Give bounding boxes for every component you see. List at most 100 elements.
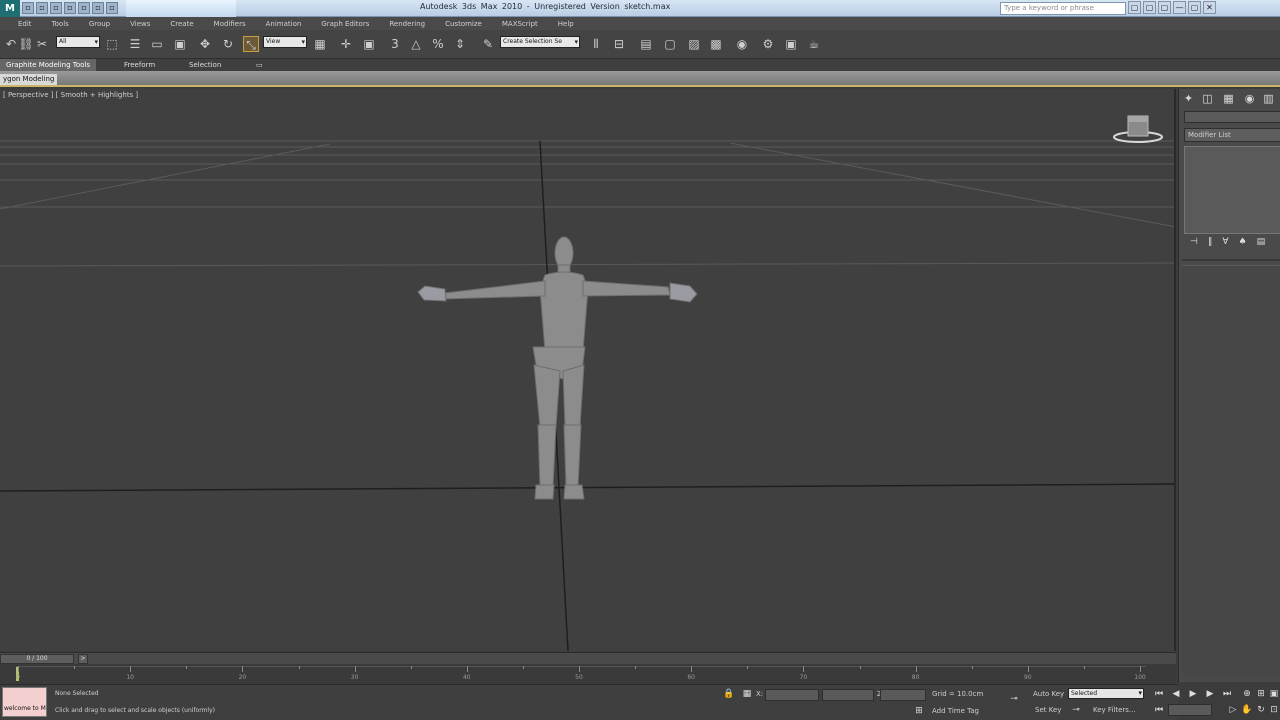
window-crossing-icon[interactable]: ▣ <box>172 36 188 52</box>
new-file-icon[interactable]: ▫ <box>22 2 34 14</box>
tab-graphite-modeling-tools[interactable]: Graphite Modeling Tools <box>0 59 97 71</box>
menu-rendering[interactable]: Rendering <box>379 20 435 28</box>
menu-customize[interactable]: Customize <box>435 20 492 28</box>
maximize-icon[interactable]: ▢ <box>1188 1 1201 14</box>
communication-center-icon[interactable]: ▢ <box>1143 1 1156 14</box>
maxscript-listener-mini[interactable] <box>2 687 47 717</box>
previous-frame-icon[interactable]: ◀ <box>1170 688 1182 700</box>
perspective-viewport[interactable]: [ Perspective ] [ Smooth + Highlights ] <box>0 89 1176 651</box>
z-coordinate-field[interactable] <box>880 689 926 701</box>
key-mode-dropdown[interactable]: Selected <box>1068 688 1144 699</box>
time-slider[interactable]: 0 / 100 > <box>0 652 1176 664</box>
angle-snap-icon[interactable]: △ <box>408 36 424 52</box>
percent-snap-icon[interactable]: % <box>430 36 446 52</box>
zoom-extents-icon[interactable]: ▣ <box>1268 688 1280 700</box>
make-unique-icon[interactable]: ∀ <box>1222 237 1228 251</box>
zoom-all-icon[interactable]: ⊞ <box>1255 688 1267 700</box>
search-button-icon[interactable]: ▢ <box>1128 1 1141 14</box>
spinner-snap-icon[interactable]: ⇕ <box>452 36 468 52</box>
undo-icon[interactable]: ↶ <box>3 36 19 52</box>
object-name-field[interactable] <box>1184 111 1280 123</box>
redo-icon[interactable]: ▫ <box>78 2 90 14</box>
menu-modifiers[interactable]: Modifiers <box>204 20 256 28</box>
pivot-center-icon[interactable]: ▦ <box>312 36 328 52</box>
add-time-tag[interactable]: Add Time Tag <box>932 707 979 715</box>
render-setup-icon[interactable]: ⚙ <box>760 36 776 52</box>
viewcube-icon[interactable] <box>1113 115 1163 143</box>
snaps-toggle-icon[interactable]: 3 <box>387 36 403 52</box>
rotate-icon[interactable]: ↻ <box>220 36 236 52</box>
menu-maxscript[interactable]: MAXScript <box>492 20 548 28</box>
zoom-icon[interactable]: ⊕ <box>1241 688 1253 700</box>
key-mode-toggle-icon[interactable]: ⏮ <box>1153 704 1165 716</box>
hold-icon[interactable]: ▫ <box>92 2 104 14</box>
menu-animation[interactable]: Animation <box>256 20 312 28</box>
rendered-frame-window-icon[interactable]: ▣ <box>783 36 799 52</box>
current-frame-field[interactable] <box>1168 704 1212 716</box>
app-logo-icon[interactable]: M <box>0 0 20 17</box>
maximize-viewport-icon[interactable]: ⊡ <box>1268 704 1280 716</box>
modifier-list-dropdown[interactable]: Modifier List <box>1184 128 1280 142</box>
undo-icon[interactable]: ▫ <box>64 2 76 14</box>
menu-edit[interactable]: Edit <box>8 20 42 28</box>
hierarchy-panel-icon[interactable]: ▦ <box>1221 91 1236 106</box>
pin-stack-icon[interactable]: ⊣ <box>1190 237 1198 251</box>
configure-sets-icon[interactable]: ▤ <box>1257 237 1266 251</box>
time-tag-icon[interactable]: ⊞ <box>913 705 925 717</box>
field-of-view-icon[interactable]: ▷ <box>1227 704 1239 716</box>
key-icon[interactable]: ⊸ <box>1008 693 1020 705</box>
create-panel-icon[interactable]: ✦ <box>1181 91 1196 106</box>
set-key-icon[interactable]: ⊸ <box>1070 704 1082 716</box>
modifier-stack[interactable] <box>1184 146 1280 234</box>
y-coordinate-field[interactable] <box>822 689 874 701</box>
show-end-result-icon[interactable]: ‖ <box>1208 237 1213 251</box>
minimize-icon[interactable]: — <box>1173 1 1186 14</box>
fetch-icon[interactable]: ▫ <box>106 2 118 14</box>
favorites-icon[interactable]: ▢ <box>1158 1 1171 14</box>
go-to-end-icon[interactable]: ⏭ <box>1221 688 1233 700</box>
layer-manager-icon[interactable]: ▤ <box>638 36 654 52</box>
schematic-view-icon[interactable]: ▩ <box>708 36 724 52</box>
select-manipulate-icon[interactable]: ✛ <box>338 36 354 52</box>
set-key-button[interactable]: Set Key <box>1035 706 1061 714</box>
material-editor-icon[interactable]: ◉ <box>734 36 750 52</box>
mirror-icon[interactable]: ⫴ <box>588 36 604 52</box>
unlink-icon[interactable]: ✂ <box>34 36 50 52</box>
maxscript-text[interactable]: welcome to M <box>4 705 46 712</box>
ribbon-minimize-icon[interactable]: ▭ <box>250 59 269 71</box>
next-frame-icon[interactable]: ▶ <box>1204 688 1216 700</box>
menu-graph-editors[interactable]: Graph Editors <box>311 20 379 28</box>
select-by-name-icon[interactable]: ☰ <box>127 36 143 52</box>
edit-named-selection-icon[interactable]: ✎ <box>480 36 496 52</box>
menu-tools[interactable]: Tools <box>42 20 79 28</box>
lock-selection-icon[interactable]: 🔒 <box>723 688 735 700</box>
polygon-modeling-label[interactable]: ygon Modeling <box>0 74 58 85</box>
render-production-icon[interactable]: ☕ <box>806 36 822 52</box>
curve-editor-icon[interactable]: ▨ <box>686 36 702 52</box>
search-input[interactable]: Type a keyword or phrase <box>1000 2 1126 15</box>
reference-coordinate-dropdown[interactable]: View <box>263 36 307 48</box>
selection-filter-dropdown[interactable]: All <box>56 36 100 48</box>
open-file-icon[interactable]: ▫ <box>36 2 48 14</box>
go-to-start-icon[interactable]: ⏮ <box>1153 688 1165 700</box>
parameters-rollout-area[interactable] <box>1182 265 1280 677</box>
absolute-mode-icon[interactable]: ▦ <box>741 688 753 700</box>
align-icon[interactable]: ⊟ <box>611 36 627 52</box>
move-icon[interactable]: ✥ <box>197 36 213 52</box>
frame-counter[interactable]: 0 / 100 <box>0 654 74 664</box>
select-object-icon[interactable]: ⬚ <box>104 36 120 52</box>
remove-modifier-icon[interactable]: ♠ <box>1239 237 1247 251</box>
close-icon[interactable]: ✕ <box>1203 1 1216 14</box>
tab-selection[interactable]: Selection <box>183 59 227 71</box>
track-bar[interactable] <box>0 664 1176 684</box>
x-coordinate-field[interactable] <box>765 689 819 701</box>
pan-icon[interactable]: ✋ <box>1241 704 1253 716</box>
scale-icon[interactable]: ⤡ <box>243 36 259 52</box>
orbit-icon[interactable]: ↻ <box>1255 704 1267 716</box>
key-filters-button[interactable]: Key Filters... <box>1093 706 1136 714</box>
named-selection-dropdown[interactable]: Create Selection Se <box>500 36 580 48</box>
next-frame-arrow-icon[interactable]: > <box>78 654 88 664</box>
menu-group[interactable]: Group <box>79 20 120 28</box>
graphite-toggle-icon[interactable]: ▢ <box>662 36 678 52</box>
play-icon[interactable]: ▶ <box>1187 688 1199 700</box>
